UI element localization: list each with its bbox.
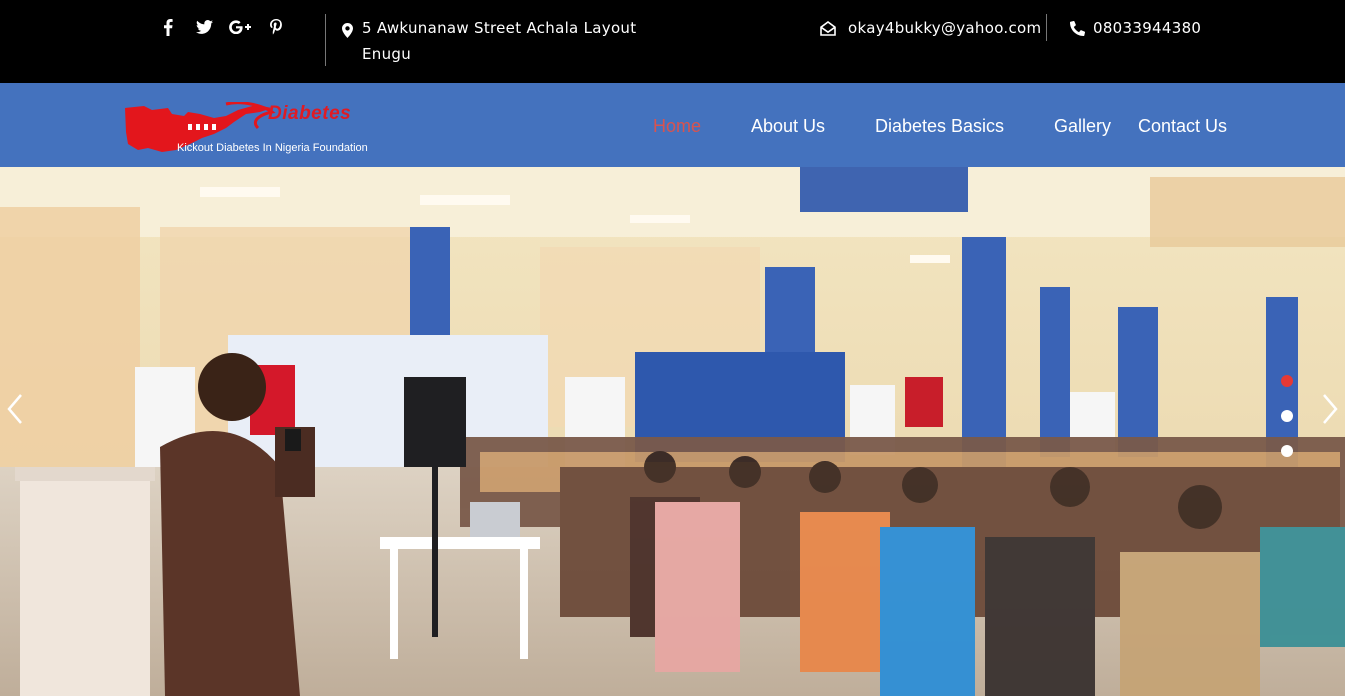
- slider-dot-2[interactable]: [1281, 410, 1293, 422]
- top-bar: 5 Awkunanaw Street Achala Layout Enugu o…: [0, 0, 1345, 83]
- hero-slide-image: [0, 167, 1345, 696]
- divider: [1046, 14, 1047, 41]
- envelope-open-icon: [820, 20, 836, 36]
- divider: [325, 14, 326, 66]
- phone-info[interactable]: 08033944380: [1070, 15, 1201, 41]
- nav-about-us[interactable]: About Us: [751, 116, 825, 137]
- chevron-left-icon: [7, 394, 22, 424]
- nav-home[interactable]: Home: [653, 116, 701, 137]
- slider-next-arrow[interactable]: [1315, 389, 1345, 429]
- nav-contact-us[interactable]: Contact Us: [1138, 116, 1227, 137]
- slider-dot-1[interactable]: [1281, 375, 1293, 387]
- pinterest-icon[interactable]: [258, 17, 294, 37]
- email-text[interactable]: okay4bukky@yahoo.com: [848, 15, 1041, 41]
- nav-diabetes-basics[interactable]: Diabetes Basics: [875, 116, 1004, 137]
- twitter-icon[interactable]: [186, 17, 222, 37]
- nav-gallery[interactable]: Gallery: [1054, 116, 1111, 137]
- chevron-right-icon: [1323, 394, 1338, 424]
- facebook-icon[interactable]: [150, 17, 186, 37]
- address-text: 5 Awkunanaw Street Achala Layout Enugu: [362, 19, 637, 63]
- map-pin-icon: [342, 15, 362, 67]
- google-plus-icon[interactable]: [222, 17, 258, 37]
- logo-tagline: Kickout Diabetes In Nigeria Foundation: [177, 142, 368, 154]
- slider-prev-arrow[interactable]: [0, 389, 30, 429]
- logo-brand-text: Diabetes: [268, 103, 352, 124]
- slider-dot-3[interactable]: [1281, 445, 1293, 457]
- phone-text[interactable]: 08033944380: [1093, 15, 1201, 41]
- slider-pagination: [1281, 375, 1293, 480]
- hero-slider: [0, 167, 1345, 696]
- address-info: 5 Awkunanaw Street Achala Layout Enugu: [342, 15, 642, 67]
- phone-icon: [1070, 20, 1085, 36]
- email-info[interactable]: okay4bukky@yahoo.com: [820, 15, 1041, 41]
- site-logo[interactable]: Diabetes Kickout Diabetes In Nigeria Fou…: [122, 102, 417, 158]
- main-navbar: Diabetes Kickout Diabetes In Nigeria Fou…: [0, 83, 1345, 167]
- social-links: [150, 17, 294, 37]
